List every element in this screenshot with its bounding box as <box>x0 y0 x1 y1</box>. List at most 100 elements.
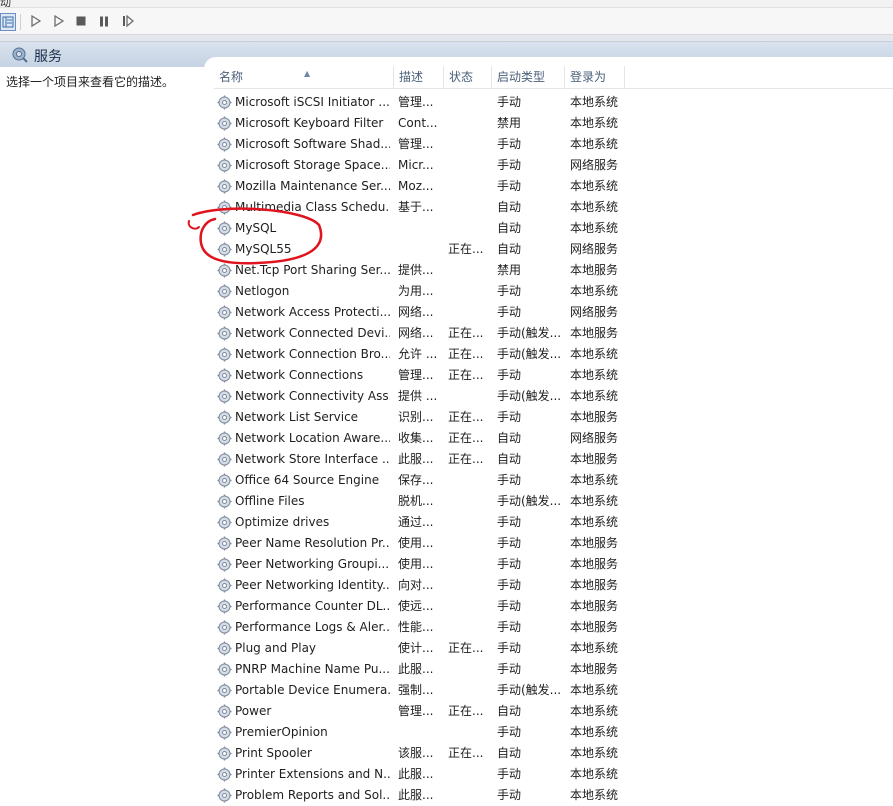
table-row[interactable]: Microsoft Software Shad... 管理... 手动 本地系统 <box>214 134 893 155</box>
table-row[interactable]: Printer Extensions and N... 此服... 手动 本地系统 <box>214 764 893 785</box>
table-row[interactable]: Portable Device Enumera... 强制... 手动(触发... 本… <box>214 680 893 701</box>
table-row[interactable]: Network Connection Bro... 允许 ... 正在... 手动(触… <box>214 344 893 365</box>
play-icon[interactable] <box>26 11 46 31</box>
service-name: Performance Counter DL... <box>235 599 390 613</box>
restart-icon[interactable] <box>118 11 138 31</box>
service-description: 脱机... <box>398 494 434 508</box>
table-row[interactable]: Optimize drives 通过... 手动 本地系统 <box>214 512 893 533</box>
service-description: 此服... <box>398 662 434 676</box>
service-status <box>448 470 488 491</box>
service-logon-as: 本地系统 <box>570 494 619 508</box>
table-row[interactable]: Network List Service 识别... 正在... 手动 本地服务 <box>214 407 893 428</box>
service-description: 识别... <box>398 410 434 424</box>
service-startup-type: 手动(触发... <box>497 683 562 697</box>
service-description: 为用... <box>398 284 434 298</box>
table-row[interactable]: Mozilla Maintenance Ser... Moz... 手动 本地系统 <box>214 176 893 197</box>
service-logon-as: 本地系统 <box>570 368 619 382</box>
service-startup-type: 自动 <box>497 200 522 214</box>
service-name: Netlogon <box>235 284 290 298</box>
table-row[interactable]: Peer Networking Groupi... 使用... 手动 本地服务 <box>214 554 893 575</box>
service-status: 正在... <box>448 746 484 760</box>
table-row[interactable]: Microsoft Keyboard Filter Cont... 禁用 本地系统 <box>214 113 893 134</box>
table-row[interactable]: Peer Networking Identity... 向对... 手动 本地服务 <box>214 575 893 596</box>
service-startup-type: 手动 <box>497 284 522 298</box>
stop-icon[interactable] <box>71 11 91 31</box>
service-description: 使计... <box>398 641 434 655</box>
service-description: 此服... <box>398 767 434 781</box>
view-pane-icon[interactable] <box>0 13 16 31</box>
service-status <box>448 680 488 701</box>
service-name: Network Connection Bro... <box>235 347 390 361</box>
service-status: 正在... <box>448 410 484 424</box>
service-startup-type: 手动 <box>497 557 522 571</box>
service-name: Peer Name Resolution Pr... <box>235 536 390 550</box>
table-row[interactable]: Network Access Protecti... 网络... 手动 网络服务 <box>214 302 893 323</box>
service-name: Network List Service <box>235 410 359 424</box>
service-startup-type: 手动(触发... <box>497 389 562 403</box>
table-row[interactable]: Offline Files 脱机... 手动(触发... 本地系统 <box>214 491 893 512</box>
table-row[interactable]: Network Store Interface ... 此服... 正在... 自动 本… <box>214 449 893 470</box>
service-status <box>448 596 488 617</box>
column-header-startup[interactable]: 启动类型 <box>492 66 565 88</box>
table-row[interactable]: Office 64 Source Engine 保存... 手动 本地系统 <box>214 470 893 491</box>
table-row[interactable]: Peer Name Resolution Pr... 使用... 手动 本地服务 <box>214 533 893 554</box>
service-name: Mozilla Maintenance Ser... <box>235 179 390 193</box>
table-row[interactable]: PremierOpinion 手动 本地系统 <box>214 722 893 743</box>
column-header-logon[interactable]: 登录为 <box>565 66 625 88</box>
service-description: Cont... <box>398 116 438 130</box>
service-name: Microsoft iSCSI Initiator ... <box>235 95 390 109</box>
table-row[interactable]: Print Spooler 该服... 正在... 自动 本地系统 <box>214 743 893 764</box>
table-row[interactable]: Power 管理... 正在... 自动 本地系统 <box>214 701 893 722</box>
service-startup-type: 手动 <box>497 95 522 109</box>
service-logon-as: 本地系统 <box>570 221 619 235</box>
service-startup-type: 手动 <box>497 578 522 592</box>
table-row[interactable]: Performance Counter DL... 使远... 手动 本地服务 <box>214 596 893 617</box>
table-row[interactable]: Netlogon 为用... 手动 本地系统 <box>214 281 893 302</box>
service-startup-type: 自动 <box>497 452 522 466</box>
service-startup-type: 自动 <box>497 704 522 718</box>
table-row[interactable]: Network Connected Devi... 网络... 正在... 手动(触发… <box>214 323 893 344</box>
column-header-status[interactable]: 状态 <box>444 66 492 88</box>
service-gear-icon <box>217 452 232 467</box>
column-header-desc[interactable]: 描述 <box>394 66 444 88</box>
service-status <box>448 218 488 239</box>
service-description <box>398 218 438 239</box>
service-name: PNRP Machine Name Pu... <box>235 662 390 676</box>
service-startup-type: 手动 <box>497 473 522 487</box>
toolbar <box>0 8 893 35</box>
table-row[interactable]: Network Connections 管理... 正在... 手动 本地系统 <box>214 365 893 386</box>
table-row[interactable]: Problem Reports and Sol... 此服... 手动 本地系统 <box>214 785 893 806</box>
column-header-name[interactable]: 名称 ▲ <box>214 66 394 88</box>
service-logon-as: 本地系统 <box>570 200 619 214</box>
service-description: 网络... <box>398 305 434 319</box>
service-gear-icon <box>217 95 232 110</box>
service-gear-icon <box>217 578 232 593</box>
service-logon-as: 本地系统 <box>570 116 619 130</box>
table-row[interactable]: Microsoft iSCSI Initiator ... 管理... 手动 本地系统 <box>214 92 893 113</box>
service-logon-as: 本地系统 <box>570 473 619 487</box>
service-startup-type: 手动 <box>497 620 522 634</box>
service-description: 网络... <box>398 326 434 340</box>
service-startup-type: 手动 <box>497 536 522 550</box>
sort-ascending-icon: ▲ <box>304 69 311 78</box>
service-logon-as: 本地系统 <box>570 767 619 781</box>
menu-cut-text[interactable]: 动 <box>0 0 11 7</box>
service-gear-icon <box>217 515 232 530</box>
service-logon-as: 网络服务 <box>570 431 619 445</box>
table-row[interactable]: Microsoft Storage Space... Micr... 手动 网络服务 <box>214 155 893 176</box>
service-status <box>448 281 488 302</box>
service-logon-as: 本地系统 <box>570 95 619 109</box>
service-startup-type: 手动(触发... <box>497 494 562 508</box>
table-row[interactable]: Network Location Aware... 收集... 正在... 自动 网络服… <box>214 428 893 449</box>
service-status <box>448 617 488 638</box>
play-alt-icon[interactable] <box>49 11 69 31</box>
table-row[interactable]: Plug and Play 使计... 正在... 手动 本地系统 <box>214 638 893 659</box>
table-row[interactable]: PNRP Machine Name Pu... 此服... 手动 本地服务 <box>214 659 893 680</box>
service-status <box>448 155 488 176</box>
table-row[interactable]: Performance Logs & Aler... 性能... 手动 本地服务 <box>214 617 893 638</box>
service-startup-type: 手动 <box>497 788 522 802</box>
service-gear-icon <box>217 599 232 614</box>
service-logon-as: 本地服务 <box>570 263 619 277</box>
pause-icon[interactable] <box>94 11 114 31</box>
table-row[interactable]: Network Connectivity Ass... 提供 ... 手动(触发..… <box>214 386 893 407</box>
